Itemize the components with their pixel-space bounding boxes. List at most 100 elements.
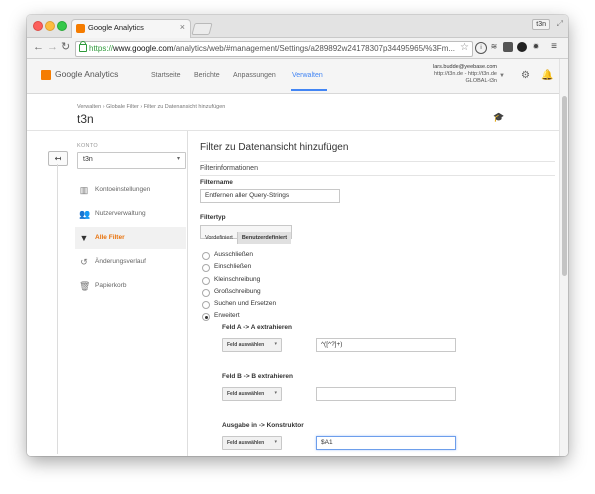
breadcrumb-current: Filter zu Datenansicht hinzufügen bbox=[143, 104, 226, 110]
account-switcher[interactable]: lars.budde@yeebase.com http://t3n.de - h… bbox=[433, 64, 497, 85]
sidebar-divider-line bbox=[57, 164, 58, 454]
field-b-label: Feld B -> B extrahieren bbox=[222, 373, 293, 380]
sidebar-item-label: Papierkorb bbox=[95, 282, 127, 289]
filtername-value: Entfernen aller Query-Strings bbox=[205, 192, 290, 199]
lock-icon bbox=[79, 41, 87, 52]
ga-header: Google Analytics Startseite Berichte Anp… bbox=[27, 59, 559, 94]
field-a-value: ^([^?]+) bbox=[321, 341, 343, 348]
sidebar-item-label: Alle Filter bbox=[95, 234, 125, 241]
back-arrow-icon[interactable]: ← bbox=[33, 41, 44, 53]
output-button-label: Feld auswählen bbox=[227, 440, 265, 446]
filtername-input[interactable]: Entfernen aller Query-Strings bbox=[200, 189, 340, 203]
account-view: GLOBAL-t3n bbox=[465, 78, 498, 84]
reload-icon[interactable]: ↻ bbox=[61, 41, 70, 53]
output-value: $A1 bbox=[321, 439, 333, 446]
radio-label: Kleinschreibung bbox=[214, 276, 261, 283]
field-b-input[interactable] bbox=[316, 387, 456, 401]
url-text: https://www.google.com/analytics/web/#ma… bbox=[89, 44, 456, 53]
output-input[interactable]: $A1 bbox=[316, 436, 456, 450]
radio-dot[interactable] bbox=[202, 289, 210, 297]
app-title: Google Analytics bbox=[55, 69, 119, 79]
active-nav-indicator bbox=[291, 89, 327, 91]
chevron-down-icon: ▾ bbox=[274, 341, 277, 347]
zoom-window-button[interactable] bbox=[57, 21, 67, 31]
tab-strip: Google Analytics × t3n ⤢ bbox=[27, 15, 568, 38]
extension-circle-icon[interactable] bbox=[517, 42, 527, 52]
sidebar-item-label: Kontoeinstellungen bbox=[95, 186, 151, 193]
radio-label: Einschließen bbox=[214, 263, 252, 270]
konto-label: KONTO bbox=[77, 143, 98, 149]
account-caret-icon[interactable]: ▼ bbox=[499, 73, 505, 79]
profile-button[interactable]: t3n bbox=[532, 19, 550, 30]
sidebar-item-alle-filter[interactable]: ▼ Alle Filter bbox=[75, 227, 186, 249]
minimize-window-button[interactable] bbox=[45, 21, 55, 31]
radio-dot[interactable] bbox=[202, 277, 210, 285]
nav-anpassungen[interactable]: Anpassungen bbox=[233, 72, 276, 79]
output-label: Ausgabe in -> Konstruktor bbox=[222, 422, 304, 429]
filtername-label: Filtername bbox=[200, 179, 233, 186]
back-button[interactable]: ↤ bbox=[48, 151, 68, 166]
tab-vordefiniert[interactable]: Vordefiniert bbox=[201, 232, 238, 244]
graduation-cap-icon[interactable]: 🎓 bbox=[493, 112, 504, 123]
konto-value: t3n bbox=[83, 156, 93, 163]
browser-tab[interactable]: Google Analytics × bbox=[71, 19, 191, 38]
chevron-down-icon: ▾ bbox=[176, 156, 180, 162]
sidebar-item-label: Nutzerverwaltung bbox=[95, 210, 146, 217]
field-a-select-button[interactable]: Feld auswählen ▾ bbox=[222, 338, 282, 352]
address-bar[interactable]: https://www.google.com/analytics/web/#ma… bbox=[75, 41, 473, 57]
output-select-button[interactable]: Feld auswählen ▾ bbox=[222, 436, 282, 450]
forward-arrow-icon[interactable]: → bbox=[47, 41, 58, 53]
trash-icon: 🗑 bbox=[79, 281, 91, 291]
radio-dot[interactable] bbox=[202, 301, 210, 309]
settings-gear-icon[interactable]: ⚙ bbox=[521, 70, 530, 81]
buffer-stack-icon[interactable]: ≋ bbox=[489, 42, 499, 52]
radio-label: Suchen und Ersetzen bbox=[214, 300, 277, 307]
field-a-input[interactable]: ^([^?]+) bbox=[316, 338, 456, 352]
divider bbox=[200, 175, 555, 176]
breadcrumb: Verwalten › Globale Filter › Filter zu D… bbox=[77, 104, 225, 110]
radio-dot[interactable] bbox=[202, 264, 210, 272]
radio-dot[interactable] bbox=[202, 313, 210, 321]
filter-icon: ▼ bbox=[79, 233, 89, 243]
konto-select[interactable]: t3n ▾ bbox=[77, 152, 186, 169]
field-b-button-label: Feld auswählen bbox=[227, 391, 265, 397]
nav-startseite[interactable]: Startseite bbox=[151, 72, 181, 79]
filtertyp-label: Filtertyp bbox=[200, 214, 226, 221]
field-a-label: Feld A -> A extrahieren bbox=[222, 324, 293, 331]
nav-verwalten[interactable]: Verwalten bbox=[292, 72, 323, 79]
sidebar-item-papierkorb[interactable]: 🗑 Papierkorb bbox=[75, 275, 186, 297]
filtertyp-toggle: Vordefiniert Benutzerdefiniert bbox=[200, 225, 293, 244]
sidebar-item-aenderungsverlauf[interactable]: ↺ Änderungsverlauf bbox=[75, 251, 186, 273]
breadcrumb-globale-filter[interactable]: Globale Filter bbox=[106, 104, 139, 110]
divider bbox=[200, 161, 555, 162]
tab-benutzerdefiniert[interactable]: Benutzerdefiniert bbox=[237, 232, 292, 244]
field-a-button-label: Feld auswählen bbox=[227, 342, 265, 348]
breadcrumb-verwalten[interactable]: Verwalten bbox=[77, 104, 101, 110]
info-icon[interactable]: i bbox=[475, 42, 487, 54]
chevron-down-icon: ▾ bbox=[274, 439, 277, 445]
sidebar-item-kontoeinstellungen[interactable]: ▥ Kontoeinstellungen bbox=[75, 179, 186, 201]
nav-berichte[interactable]: Berichte bbox=[194, 72, 220, 79]
breadcrumb-separator: › bbox=[102, 104, 105, 110]
extension-gear-icon[interactable]: ✹ bbox=[531, 42, 541, 52]
bookmark-star-icon[interactable]: ☆ bbox=[460, 42, 469, 53]
new-tab-button[interactable] bbox=[191, 23, 213, 35]
breadcrumb-separator: › bbox=[140, 104, 143, 110]
section-heading: Filterinformationen bbox=[200, 165, 258, 172]
sidebar-item-nutzerverwaltung[interactable]: 👥 Nutzerverwaltung bbox=[75, 203, 186, 225]
page-scrollbar[interactable] bbox=[559, 59, 568, 456]
pocket-icon[interactable] bbox=[503, 42, 513, 52]
scrollbar-thumb[interactable] bbox=[562, 96, 567, 276]
notifications-bell-icon[interactable]: 🔔 bbox=[541, 70, 553, 81]
menu-icon[interactable]: ≡ bbox=[549, 42, 559, 52]
fullscreen-icon[interactable]: ⤢ bbox=[557, 19, 563, 29]
browser-toolbar: ← → ↻ https://www.google.com/analytics/w… bbox=[27, 38, 568, 59]
tab-title: Google Analytics bbox=[88, 23, 144, 32]
google-analytics-favicon-icon bbox=[76, 24, 85, 33]
radio-label: Ausschließen bbox=[214, 251, 254, 258]
radio-dot[interactable] bbox=[202, 252, 210, 260]
tab-close-icon[interactable]: × bbox=[180, 22, 185, 32]
chevron-down-icon: ▾ bbox=[274, 390, 277, 396]
close-window-button[interactable] bbox=[33, 21, 43, 31]
field-b-select-button[interactable]: Feld auswählen ▾ bbox=[222, 387, 282, 401]
